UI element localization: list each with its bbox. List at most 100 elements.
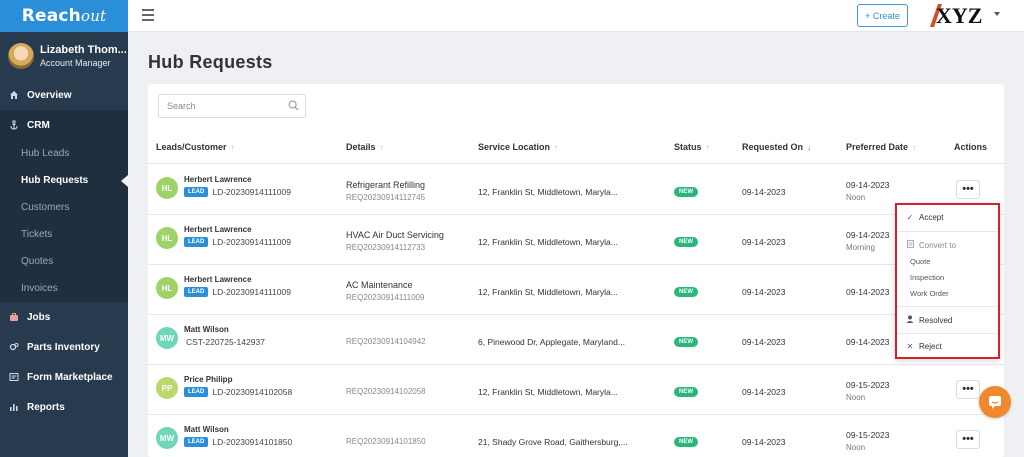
customer-name[interactable]: Herbert Lawrence — [184, 225, 252, 234]
menu-accept[interactable]: ✓ Accept — [905, 213, 944, 222]
request-detail: Refrigerant Refilling — [346, 180, 426, 190]
user-profile[interactable]: Lizabeth Thom... Account Manager — [0, 32, 128, 80]
search-box — [158, 94, 306, 118]
customer-id: LD-20230914111009 — [212, 287, 291, 297]
preferred-date: 09-14-2023 — [846, 180, 890, 190]
brand-name: Reach — [21, 6, 81, 26]
request-id: REQ20230914112745 — [346, 193, 426, 202]
menu-convert-work-order[interactable]: Work Order — [910, 289, 949, 298]
avatar — [8, 43, 34, 69]
nav-parts-inventory[interactable]: Parts Inventory — [0, 332, 128, 362]
table-row[interactable]: HL Herbert Lawrence LEAD LD-2023091411100… — [148, 165, 1004, 215]
sort-arrow-icon: ↑ — [705, 143, 710, 152]
company-logo[interactable]: XYZ — [928, 1, 988, 29]
nav-jobs[interactable]: Jobs — [0, 302, 128, 332]
customer-id: LD-20230914101850 — [212, 437, 293, 447]
col-status[interactable]: Status ↑ — [674, 142, 710, 152]
service-location: 6, Pinewood Dr, Applegate, Maryland... — [478, 337, 625, 347]
menu-divider — [897, 231, 998, 232]
col-details[interactable]: Details ↑ — [346, 142, 384, 152]
create-button[interactable]: + Create — [857, 4, 908, 27]
avatar: HL — [156, 227, 178, 249]
service-location: 21, Shady Grove Road, Gaithersburg,... — [478, 437, 628, 447]
preferred-date: 09-14-2023 — [846, 337, 890, 347]
user-check-icon — [905, 315, 915, 325]
table-row[interactable]: MW Matt Wilson LEAD LD-20230914101850 REQ… — [148, 415, 1004, 457]
more-actions-button[interactable]: ••• — [956, 380, 980, 399]
request-id: REQ20230914112733 — [346, 243, 426, 252]
request-detail: HVAC Air Duct Servicing — [346, 230, 444, 240]
form-icon — [8, 372, 20, 382]
customer-name[interactable]: Herbert Lawrence — [184, 175, 252, 184]
document-icon — [905, 240, 915, 250]
menu-convert-inspection[interactable]: Inspection — [910, 273, 944, 282]
close-icon: ✕ — [906, 342, 914, 351]
lead-badge: LEAD — [184, 287, 209, 297]
search-icon[interactable] — [288, 100, 299, 111]
customer-name[interactable]: Price Philipp — [184, 375, 232, 384]
nav-customers[interactable]: Customers — [0, 194, 128, 221]
sidebar: Reachout Lizabeth Thom... Account Manage… — [0, 0, 128, 457]
table-row[interactable]: PP Price Philipp LEAD LD-20230914102058 R… — [148, 365, 1004, 415]
table-header: Leads/Customer ↑ Details ↑ Service Locatio… — [148, 130, 1004, 164]
more-dots-icon: ••• — [962, 183, 974, 195]
nav-forms-label: Form Marketplace — [27, 371, 113, 383]
brand-logo[interactable]: Reachout — [0, 0, 128, 32]
nav-quotes[interactable]: Quotes — [0, 248, 128, 275]
request-id: REQ20230914102058 — [346, 387, 426, 396]
more-actions-button[interactable]: ••• — [956, 180, 980, 199]
col-customer[interactable]: Leads/Customer ↑ — [156, 142, 235, 152]
anchor-icon — [8, 120, 20, 130]
menu-convert-quote[interactable]: Quote — [910, 257, 930, 266]
nav-invoices[interactable]: Invoices — [0, 275, 128, 302]
service-location: 12, Franklin St, Middletown, Maryla... — [478, 237, 618, 247]
table-row[interactable]: HL Herbert Lawrence LEAD LD-2023091411100… — [148, 215, 1004, 265]
more-actions-button[interactable]: ••• — [956, 430, 980, 449]
nav-hub-leads[interactable]: Hub Leads — [0, 140, 128, 167]
table-row[interactable]: MW Matt Wilson CST-220725-142937 REQ2023… — [148, 315, 1004, 365]
requested-on: 09-14-2023 — [742, 337, 786, 347]
nav-form-marketplace[interactable]: Form Marketplace — [0, 362, 128, 392]
avatar: MW — [156, 327, 178, 349]
customer-name[interactable]: Herbert Lawrence — [184, 275, 252, 284]
col-requested-on[interactable]: Requested On ↓ — [742, 142, 811, 152]
menu-divider — [897, 333, 998, 334]
actions-dropdown: ✓ Accept Convert to Quote Inspection Work… — [895, 203, 1000, 359]
sort-arrow-icon: ↑ — [230, 143, 235, 152]
search-input[interactable] — [167, 101, 282, 111]
hamburger-menu-icon[interactable] — [142, 9, 154, 21]
customer-name[interactable]: Matt Wilson — [184, 425, 229, 434]
check-icon: ✓ — [906, 213, 914, 222]
user-role: Account Manager — [40, 58, 111, 68]
chat-button[interactable] — [979, 386, 1011, 418]
nav-overview-label: Overview — [27, 89, 72, 101]
bar-chart-icon — [8, 402, 20, 412]
chevron-down-icon[interactable] — [994, 12, 1000, 16]
menu-resolved[interactable]: Resolved — [905, 315, 952, 325]
briefcase-icon — [8, 312, 20, 322]
preferred-date: 09-15-2023 — [846, 380, 890, 390]
request-detail: AC Maintenance — [346, 280, 413, 290]
nav-overview[interactable]: Overview — [0, 80, 128, 110]
preferred-date: 09-14-2023 — [846, 230, 890, 240]
preferred-date: 09-14-2023 — [846, 287, 890, 297]
nav-hub-requests[interactable]: Hub Requests — [0, 167, 128, 194]
col-preferred-date[interactable]: Preferred Date ↑ — [846, 142, 916, 152]
col-location[interactable]: Service Location ↑ — [478, 142, 558, 152]
customer-id: CST-220725-142937 — [186, 337, 265, 347]
avatar: HL — [156, 177, 178, 199]
gears-icon — [8, 342, 20, 352]
nav-reports[interactable]: Reports — [0, 392, 128, 422]
requested-on: 09-14-2023 — [742, 237, 786, 247]
table-row[interactable]: HL Herbert Lawrence LEAD LD-2023091411100… — [148, 265, 1004, 315]
service-location: 12, Franklin St, Middletown, Maryla... — [478, 287, 618, 297]
customer-id: LD-20230914111009 — [212, 187, 291, 197]
menu-reject[interactable]: ✕ Reject — [905, 342, 942, 351]
nav-crm[interactable]: CRM — [0, 110, 128, 140]
nav-crm-label: CRM — [27, 119, 50, 131]
customer-name[interactable]: Matt Wilson — [184, 325, 229, 334]
lead-badge: LEAD — [184, 237, 209, 247]
status-badge: NEW — [674, 387, 698, 397]
nav-tickets[interactable]: Tickets — [0, 221, 128, 248]
preferred-time: Noon — [846, 393, 866, 402]
